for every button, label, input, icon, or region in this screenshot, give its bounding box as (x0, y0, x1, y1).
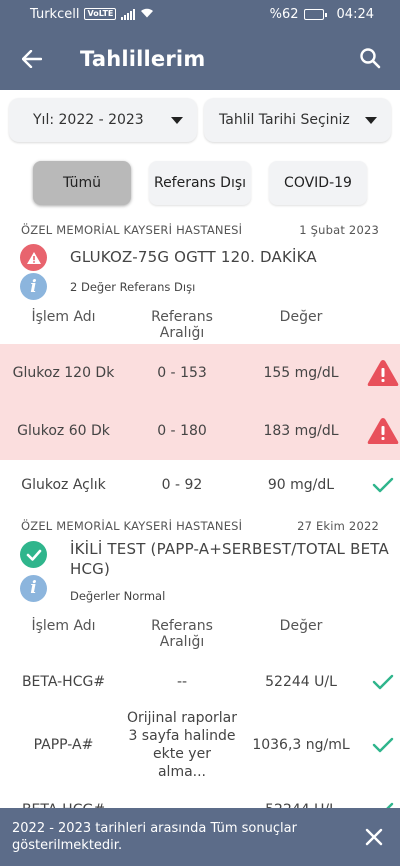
chip-out-of-range[interactable]: Referans Dışı (149, 161, 251, 205)
info-icon[interactable]: i (20, 273, 47, 300)
year-dropdown-value: Yıl: 2022 - 2023 (33, 112, 144, 128)
battery-percent: %62 (269, 6, 299, 22)
result-summary: Değerler Normal (70, 589, 166, 603)
close-icon[interactable] (364, 827, 384, 847)
app-bar: Tahlillerim (0, 28, 400, 90)
hospital-name: ÖZEL MEMORİAL KAYSERİ HASTANESİ (21, 223, 243, 237)
table-row[interactable]: Glukoz 60 Dk 0 - 180 183 mg/dL (0, 402, 400, 460)
check-icon (365, 477, 400, 493)
result-group[interactable]: ÖZEL MEMORİAL KAYSERİ HASTANESİ 1 Şubat … (0, 223, 400, 510)
snackbar: 2022 - 2023 tarihleri arasında Tüm sonuç… (0, 808, 400, 866)
row-range: Orijinal raporlar 3 sayfa halinde ekte y… (127, 710, 238, 780)
row-name: BETA-HCG# (21, 674, 106, 690)
row-value: 183 mg/dL (263, 423, 339, 439)
table-header: İşlem Adı Referans Aralığı Değer (0, 308, 400, 341)
chevron-down-icon (171, 116, 183, 124)
test-name: GLUKOZ-75G OGTT 120. DAKİKA (70, 248, 317, 266)
info-icon[interactable]: i (20, 574, 47, 602)
row-value: 90 mg/dL (267, 477, 335, 493)
year-dropdown[interactable]: Yıl: 2022 - 2023 (9, 98, 197, 142)
search-icon[interactable] (356, 44, 384, 72)
alert-icon (20, 244, 47, 271)
clock: 04:24 (336, 6, 374, 22)
row-value: 52244 U/L (265, 674, 337, 690)
test-name: İKİLİ TEST (PAPP-A+SERBEST/TOTAL BETA HC… (70, 540, 389, 578)
table-row[interactable]: Glukoz 120 Dk 0 - 153 155 mg/dL (0, 344, 400, 402)
chevron-down-icon (365, 116, 377, 124)
status-bar: Turkcell VoLTE %62 04:24 (0, 0, 400, 28)
column-name: İşlem Adı (31, 309, 96, 325)
battery-icon (303, 8, 327, 20)
table-row[interactable]: BETA-HCG# -- 52244 U/L (0, 654, 400, 710)
column-value: Değer (279, 309, 323, 325)
snackbar-message: 2022 - 2023 tarihleri arasında Tüm sonuç… (12, 821, 297, 853)
top-bar: Turkcell VoLTE %62 04:24 Tahlillerim (0, 0, 400, 90)
page-title: Tahlillerim (80, 47, 206, 71)
date-dropdown-value: Tahlil Tarihi Seçiniz (219, 112, 350, 128)
row-range: 0 - 92 (161, 477, 203, 493)
carrier-name: Turkcell (30, 6, 80, 22)
row-value: 155 mg/dL (263, 365, 339, 381)
chip-covid[interactable]: COVID-19 (269, 161, 367, 205)
result-date: 27 Ekim 2022 (297, 519, 379, 533)
table-row[interactable]: Glukoz Açlık 0 - 92 90 mg/dL (0, 460, 400, 510)
check-icon (365, 737, 400, 753)
table-header: İşlem Adı Referans Aralığı Değer (0, 617, 400, 650)
result-date: 1 Şubat 2023 (299, 223, 379, 237)
row-value: 1036,3 ng/mL (252, 737, 350, 753)
row-range: 0 - 153 (157, 365, 207, 381)
row-range: -- (176, 674, 188, 690)
signal-icon (121, 8, 136, 20)
check-circle-icon (20, 541, 47, 568)
column-value: Değer (279, 618, 323, 634)
check-icon (365, 674, 400, 690)
chip-all[interactable]: Tümü (33, 161, 131, 205)
column-name: İşlem Adı (31, 618, 96, 634)
volte-badge: VoLTE (84, 8, 117, 20)
back-arrow-icon[interactable] (18, 45, 46, 73)
filter-bar: Yıl: 2022 - 2023 Tahlil Tarihi Seçiniz (0, 90, 400, 142)
column-range: Referans Aralığı (151, 309, 213, 341)
row-name: Glukoz Açlık (21, 477, 106, 493)
column-range: Referans Aralığı (151, 618, 213, 650)
hospital-name: ÖZEL MEMORİAL KAYSERİ HASTANESİ (21, 519, 243, 533)
result-summary: 2 Değer Referans Dışı (70, 279, 196, 294)
warning-icon (365, 358, 400, 388)
wifi-icon (140, 7, 154, 22)
row-name: PAPP-A# (33, 737, 94, 753)
row-name: Glukoz 120 Dk (12, 365, 115, 381)
row-name: Glukoz 60 Dk (17, 423, 110, 439)
warning-icon (365, 416, 400, 446)
filter-chips: Tümü Referans Dışı COVID-19 (0, 142, 400, 205)
row-range: 0 - 180 (157, 423, 207, 439)
result-group[interactable]: ÖZEL MEMORİAL KAYSERİ HASTANESİ 27 Ekim … (0, 519, 400, 840)
date-dropdown[interactable]: Tahlil Tarihi Seçiniz (204, 98, 391, 142)
table-row[interactable]: PAPP-A# Orijinal raporlar 3 sayfa halind… (0, 710, 400, 780)
